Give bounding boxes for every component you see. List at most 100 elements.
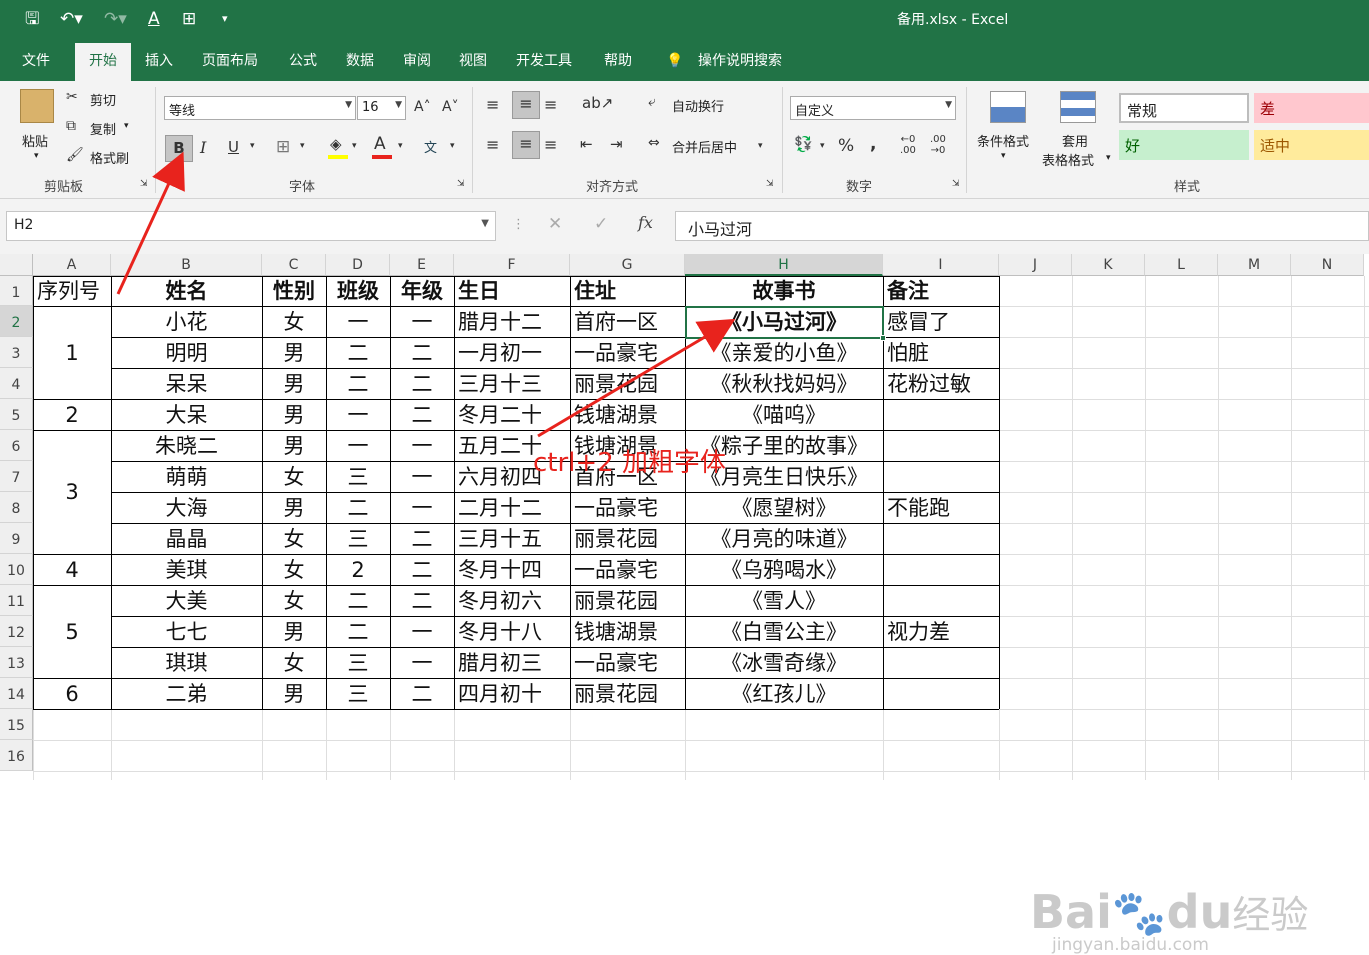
align-right-icon[interactable]: ≡ (544, 135, 557, 154)
data-cell[interactable]: 钱塘湖景 (570, 400, 685, 430)
border-icon[interactable]: ⊞ (276, 137, 290, 157)
cancel-icon[interactable]: ✕ (548, 214, 562, 234)
data-cell[interactable]: 丽景花园 (570, 524, 685, 554)
save-icon[interactable]: 🖫 (25, 8, 39, 30)
data-cell[interactable]: 《亲爱的小鱼》 (685, 338, 883, 368)
column-header-d[interactable]: D (326, 254, 390, 276)
currency-dropdown-icon[interactable]: ▾ (820, 141, 825, 151)
tab-insert[interactable]: 插入 (145, 51, 173, 81)
data-cell[interactable]: 一 (390, 648, 454, 678)
data-cell[interactable]: 一 (390, 493, 454, 523)
conditional-format-button[interactable]: 条件格式 (977, 131, 1029, 150)
redo-icon[interactable]: ↷▾ (104, 8, 127, 30)
data-cell[interactable]: 大美 (111, 586, 262, 616)
tab-help[interactable]: 帮助 (604, 51, 632, 81)
row-header-1[interactable]: 1 (0, 276, 33, 306)
data-cell[interactable]: 七七 (111, 617, 262, 647)
data-cell[interactable]: 《秋秋找妈妈》 (685, 369, 883, 399)
data-cell[interactable]: 二 (326, 493, 390, 523)
tab-developer[interactable]: 开发工具 (516, 51, 572, 81)
cut-button[interactable]: 剪切 (90, 90, 116, 109)
data-cell[interactable]: 一 (390, 617, 454, 647)
decrease-indent-icon[interactable]: ⇤ (580, 135, 593, 153)
data-cell[interactable]: 腊月初三 (454, 648, 570, 678)
data-cell[interactable]: 一品豪宅 (570, 648, 685, 678)
row-header-3[interactable]: 3 (0, 337, 33, 368)
style-bad[interactable]: 差 (1254, 93, 1369, 123)
row-header-16[interactable]: 16 (0, 740, 33, 771)
row-header-14[interactable]: 14 (0, 678, 33, 709)
formula-input[interactable]: 小马过河 (675, 211, 1369, 241)
data-cell[interactable]: 女 (262, 555, 326, 585)
data-cell[interactable]: 男 (262, 338, 326, 368)
data-cell[interactable]: 一 (326, 431, 390, 461)
phonetic-icon[interactable]: 文 (424, 137, 437, 156)
data-cell[interactable]: 三月十五 (454, 524, 570, 554)
tab-file[interactable]: 文件 (22, 51, 50, 81)
copy-button[interactable]: 复制 (90, 119, 116, 138)
tab-data[interactable]: 数据 (346, 51, 374, 81)
data-cell[interactable]: 萌萌 (111, 462, 262, 492)
data-cell[interactable]: 男 (262, 679, 326, 709)
column-header-k[interactable]: K (1072, 254, 1145, 276)
data-cell[interactable]: 一品豪宅 (570, 493, 685, 523)
border-dropdown-icon[interactable]: ▾ (300, 141, 305, 151)
data-cell[interactable]: 琪琪 (111, 648, 262, 678)
data-cell[interactable]: 一 (326, 400, 390, 430)
row-header-12[interactable]: 12 (0, 616, 33, 647)
header-cell-6[interactable]: 生日 (454, 276, 570, 306)
data-cell[interactable]: 二 (326, 586, 390, 616)
tab-home[interactable]: 开始 (75, 43, 131, 81)
row-header-4[interactable]: 4 (0, 368, 33, 399)
tab-view[interactable]: 视图 (459, 51, 487, 81)
worksheet[interactable]: ABCDEFGHIJKLMN 1 2 3 4 5 6 7 8 9 10 11 12 13 14 15 16 序… (0, 254, 1369, 955)
data-cell[interactable]: 首府一区 (570, 307, 685, 337)
clipboard-launcher-icon[interactable]: ⇲ (140, 179, 148, 189)
row-header-7[interactable]: 7 (0, 461, 33, 492)
data-cell[interactable]: 不能跑 (883, 493, 999, 523)
selected-cell-h2[interactable] (685, 306, 884, 339)
fill-dropdown-icon[interactable]: ▾ (352, 141, 357, 151)
name-box[interactable]: H2 ▼ (6, 211, 496, 241)
column-header-e[interactable]: E (390, 254, 454, 276)
header-cell-5[interactable]: 年级 (390, 276, 454, 306)
data-cell[interactable]: 二弟 (111, 679, 262, 709)
data-cell[interactable]: 一 (326, 307, 390, 337)
data-cell[interactable]: 二 (326, 369, 390, 399)
data-cell[interactable]: 一 (390, 431, 454, 461)
merge-dropdown-icon[interactable]: ▾ (758, 141, 763, 151)
format-painter-button[interactable]: 格式刷 (90, 148, 129, 167)
format-as-table-label-2[interactable]: 表格格式 (1042, 150, 1094, 169)
orientation-icon[interactable]: ab↗ (582, 94, 613, 112)
data-cell[interactable]: 女 (262, 307, 326, 337)
data-cell[interactable]: 《愿望树》 (685, 493, 883, 523)
fill-handle[interactable] (880, 335, 886, 341)
bold-button[interactable]: B (165, 135, 193, 162)
column-header-b[interactable]: B (111, 254, 262, 276)
decrease-font-icon[interactable]: A˅ (442, 99, 459, 115)
data-cell[interactable]: 冬月初六 (454, 586, 570, 616)
align-left-icon[interactable]: ≡ (486, 135, 499, 154)
font-color-quick-icon[interactable]: A (148, 8, 160, 30)
number-launcher-icon[interactable]: ⇲ (952, 179, 960, 189)
align-bottom-icon[interactable]: ≡ (544, 95, 557, 114)
header-cell-3[interactable]: 性别 (262, 276, 326, 306)
font-launcher-icon[interactable]: ⇲ (457, 179, 465, 189)
data-cell[interactable]: 晶晶 (111, 524, 262, 554)
data-cell[interactable]: 2 (326, 555, 390, 585)
data-cell[interactable]: 丽景花园 (570, 586, 685, 616)
data-cell[interactable]: 四月初十 (454, 679, 570, 709)
row-header-8[interactable]: 8 (0, 492, 33, 523)
fill-color-icon[interactable]: ◈ (330, 135, 342, 153)
percent-icon[interactable]: % (838, 136, 854, 156)
merge-center-button[interactable]: 合并后居中 (672, 137, 737, 156)
phonetic-dropdown-icon[interactable]: ▾ (450, 141, 455, 151)
column-header-g[interactable]: G (570, 254, 685, 276)
data-cell[interactable]: 腊月十二 (454, 307, 570, 337)
row-header-9[interactable]: 9 (0, 523, 33, 554)
alignment-launcher-icon[interactable]: ⇲ (766, 179, 774, 189)
data-cell[interactable]: 一月初一 (454, 338, 570, 368)
column-header-i[interactable]: I (883, 254, 999, 276)
data-cell[interactable]: 丽景花园 (570, 679, 685, 709)
data-cell[interactable]: 小花 (111, 307, 262, 337)
